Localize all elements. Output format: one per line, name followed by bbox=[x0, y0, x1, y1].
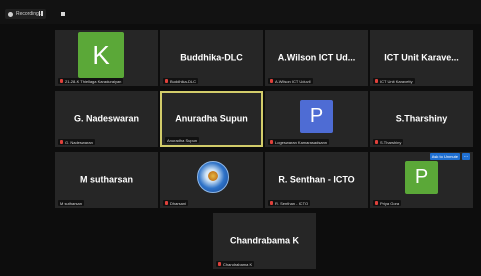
mic-off-icon bbox=[165, 201, 168, 205]
avatar: P bbox=[300, 100, 333, 133]
participant-label: ICT Unit Karavetty bbox=[373, 78, 415, 84]
video-tile[interactable]: K 21-28-K Thiellaga Karaduraiyan bbox=[55, 30, 158, 86]
video-tile[interactable]: Dharsani bbox=[160, 152, 263, 208]
participant-label-text: Buddhika-DLC bbox=[170, 78, 197, 84]
participant-label-text: 21-28-K Thiellaga Karaduraiyan bbox=[65, 78, 122, 84]
participant-name: S.Tharshiny bbox=[395, 113, 448, 124]
participant-label: A.Wilson ICT Uduvil bbox=[268, 78, 313, 84]
participant-name: A.Wilson ICT Ud... bbox=[277, 52, 356, 63]
participant-label-text: ICT Unit Karavetty bbox=[380, 78, 413, 84]
participant-label: Anuradha Supun bbox=[165, 137, 200, 143]
video-tile[interactable]: A.Wilson ICT Ud... A.Wilson ICT Uduvil bbox=[265, 30, 368, 86]
participant-label: Priya Gora bbox=[373, 200, 402, 206]
participant-name: Buddhika-DLC bbox=[180, 52, 243, 63]
recording-bar: Recording... bbox=[0, 0, 481, 24]
mic-off-icon bbox=[165, 79, 168, 83]
participant-label: Buddhika-DLC bbox=[163, 78, 199, 84]
globe-icon bbox=[197, 161, 229, 193]
participant-name: R. Senthan - ICTO bbox=[278, 174, 355, 185]
mic-off-icon bbox=[270, 79, 273, 83]
video-tile[interactable]: S.Tharshiny S.Tharshiny bbox=[370, 91, 473, 147]
participant-label-text: M sutharsan bbox=[60, 200, 83, 206]
participant-label: S.Tharshiny bbox=[373, 139, 404, 145]
video-tile[interactable]: Chandrabama K Chandrabama K bbox=[213, 213, 316, 269]
participant-label-text: Chandrabama K bbox=[223, 261, 253, 267]
participant-label-text: R. Senthan - ICTO bbox=[275, 200, 309, 206]
participant-label-text: Priya Gora bbox=[380, 200, 400, 206]
video-tile[interactable]: P Logeswaran Kamarasadsann bbox=[265, 91, 368, 147]
video-tile[interactable]: ICT Unit Karave... ICT Unit Karavetty bbox=[370, 30, 473, 86]
video-tile[interactable]: Buddhika-DLC Buddhika-DLC bbox=[160, 30, 263, 86]
participant-label-text: A.Wilson ICT Uduvil bbox=[275, 78, 311, 84]
video-tile[interactable]: R. Senthan - ICTO R. Senthan - ICTO bbox=[265, 152, 368, 208]
participant-label-text: Anuradha Supun bbox=[167, 137, 198, 143]
video-tile[interactable]: M sutharsan M sutharsan bbox=[55, 152, 158, 208]
participant-label-text: G. Nadeswaran bbox=[65, 139, 93, 145]
video-tile[interactable]: G. Nadeswaran G. Nadeswaran bbox=[55, 91, 158, 147]
participant-name: G. Nadeswaran bbox=[73, 113, 140, 124]
mic-off-icon bbox=[270, 140, 273, 144]
participant-label: 21-28-K Thiellaga Karaduraiyan bbox=[58, 78, 124, 84]
pause-recording-icon[interactable] bbox=[38, 11, 43, 16]
video-tile[interactable]: Ask to Unmute ... P Priya Gora bbox=[370, 152, 473, 208]
stop-recording-icon[interactable] bbox=[61, 11, 65, 16]
recording-icon bbox=[8, 11, 13, 17]
participant-label-text: Logeswaran Kamarasadsann bbox=[275, 139, 328, 145]
avatar: P bbox=[405, 161, 438, 194]
participant-name: Anuradha Supun bbox=[175, 113, 248, 124]
participant-name: Chandrabama K bbox=[229, 235, 300, 246]
mic-off-icon bbox=[375, 79, 378, 83]
participant-name: ICT Unit Karave... bbox=[384, 52, 459, 63]
participant-name: M sutharsan bbox=[79, 174, 133, 185]
participant-label-text: Dharsani bbox=[170, 200, 187, 206]
participant-label: M sutharsan bbox=[58, 200, 85, 206]
mic-off-icon bbox=[375, 140, 378, 144]
participant-label: Chandrabama K bbox=[216, 261, 255, 267]
mic-off-icon bbox=[375, 201, 378, 205]
mic-off-icon bbox=[60, 79, 63, 83]
participant-label: R. Senthan - ICTO bbox=[268, 200, 311, 206]
active-speaker-tile[interactable]: Anuradha Supun Anuradha Supun bbox=[160, 91, 263, 147]
ask-to-unmute-button[interactable]: Ask to Unmute bbox=[429, 153, 460, 160]
participant-label-text: S.Tharshiny bbox=[380, 139, 402, 145]
mic-off-icon bbox=[218, 262, 221, 266]
participant-label: G. Nadeswaran bbox=[58, 139, 95, 145]
mic-off-icon bbox=[60, 140, 63, 144]
participant-label: Logeswaran Kamarasadsann bbox=[268, 139, 330, 145]
participant-label: Dharsani bbox=[163, 200, 189, 206]
more-options-button[interactable]: ... bbox=[462, 153, 470, 160]
mic-off-icon bbox=[270, 201, 273, 205]
avatar: K bbox=[78, 32, 124, 78]
